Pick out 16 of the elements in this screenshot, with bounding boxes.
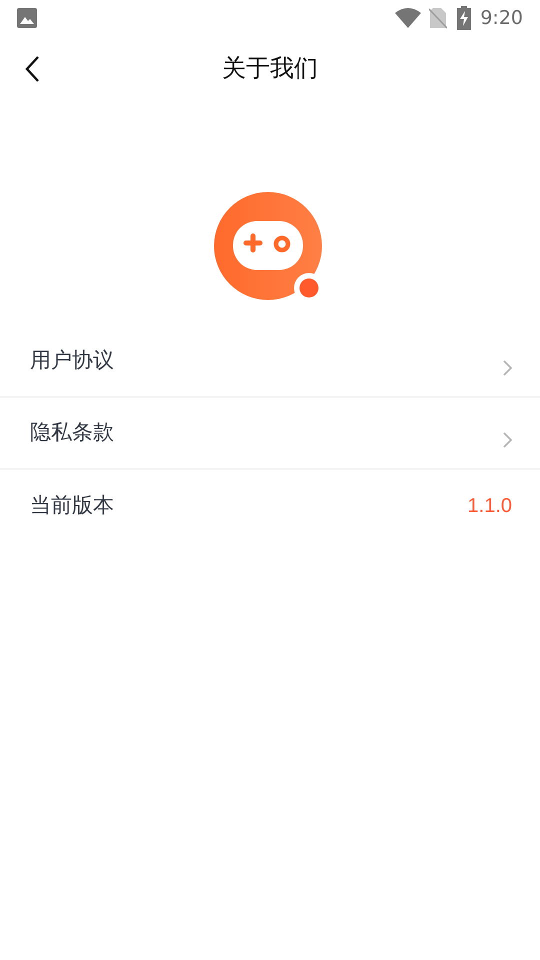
status-time: 9:20 xyxy=(480,6,523,31)
settings-row[interactable]: 当前版本 1.1.0 xyxy=(0,470,540,542)
wifi-icon xyxy=(395,7,422,29)
row-label: 用户协议 xyxy=(30,347,115,374)
row-label: 当前版本 xyxy=(30,492,115,520)
back-icon xyxy=(24,55,40,83)
row-label: 隐私条款 xyxy=(30,419,115,446)
chevron-icon xyxy=(503,360,512,376)
settings-row[interactable]: 用户协议 xyxy=(0,326,540,398)
battery-charging-icon xyxy=(457,6,472,30)
page-title: 关于我们 xyxy=(222,53,318,84)
image-icon xyxy=(17,8,37,28)
settings-row[interactable]: 隐私条款 xyxy=(0,398,540,470)
version-value: 1.1.0 xyxy=(468,494,512,519)
no-sim-icon xyxy=(429,7,448,29)
chevron-icon xyxy=(503,432,512,448)
